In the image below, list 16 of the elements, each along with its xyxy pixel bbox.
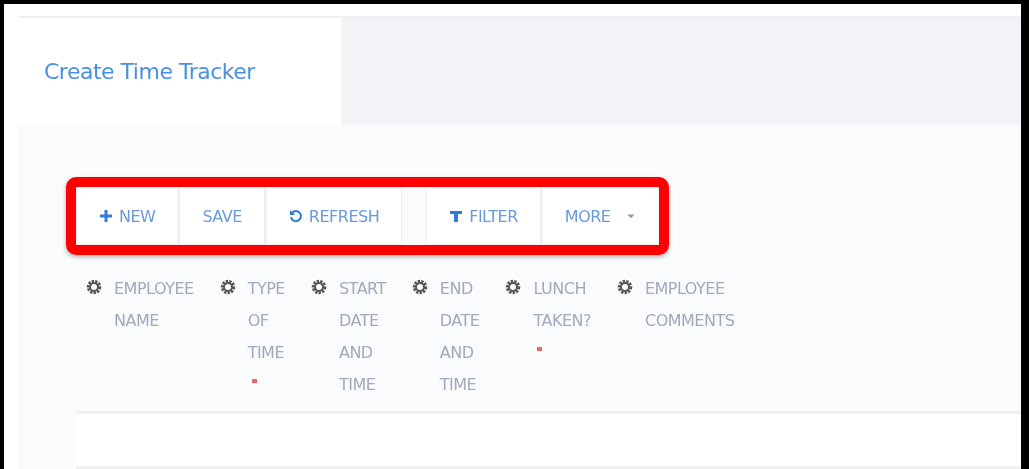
column-header: EMPLOYEE COMMENTS <box>644 278 735 332</box>
filter-icon <box>449 209 464 223</box>
settings-icon[interactable] <box>219 279 236 295</box>
column-header: START DATE AND TIME <box>338 278 386 396</box>
column-header: EMPLOYEE NAME <box>114 278 194 332</box>
settings-icon[interactable] <box>505 279 522 295</box>
settings-icon[interactable] <box>86 279 102 295</box>
settings-icon[interactable] <box>310 279 327 295</box>
column-header: END DATE AND TIME <box>439 278 480 396</box>
plus-icon <box>99 209 113 223</box>
settings-icon[interactable] <box>616 279 633 295</box>
column-header: LUNCH TAKEN? <box>533 273 591 369</box>
tab[interactable]: Create Time Tracker <box>18 18 341 125</box>
settings-icon[interactable] <box>411 279 428 295</box>
column-header: TYPE OF TIME <box>247 273 285 401</box>
refresh-icon <box>288 209 303 223</box>
